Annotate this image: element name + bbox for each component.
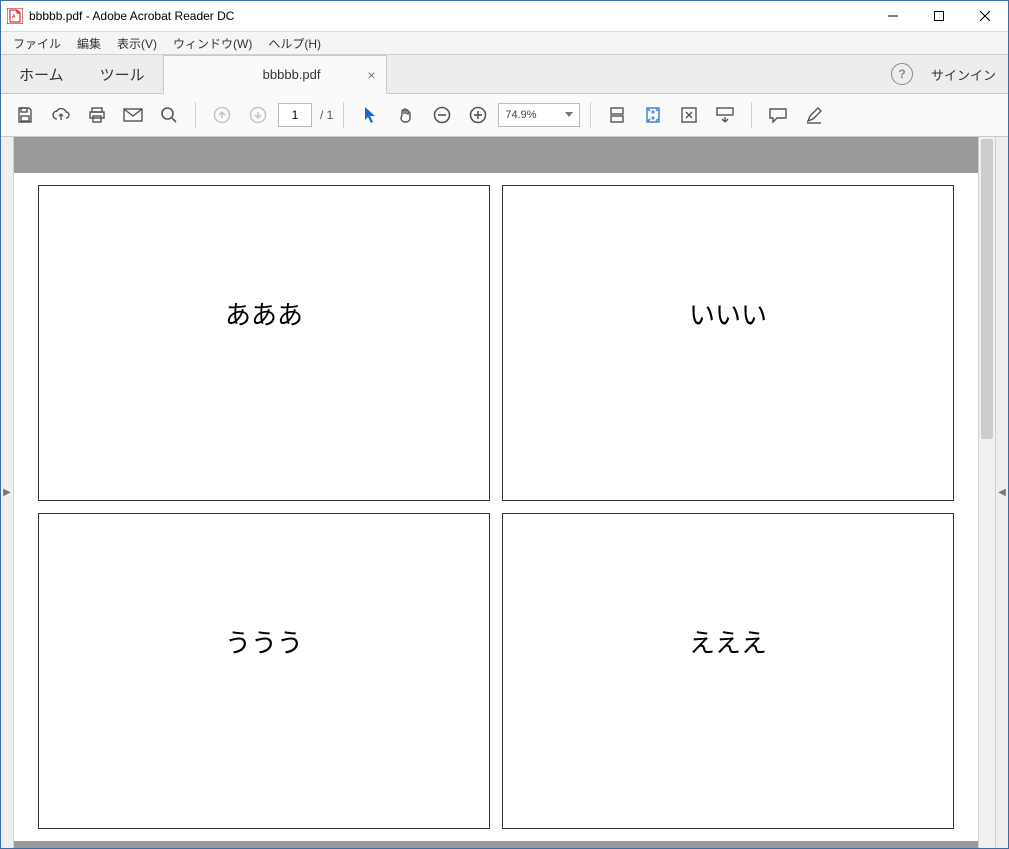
pdf-page: あああ いいい ううう えええ — [14, 173, 978, 841]
minimize-button[interactable] — [870, 1, 916, 31]
menu-window[interactable]: ウィンドウ(W) — [165, 33, 260, 54]
select-arrow-icon[interactable] — [354, 99, 386, 131]
maximize-button[interactable] — [916, 1, 962, 31]
page-cell: ううう — [38, 513, 490, 829]
menu-edit[interactable]: 編集 — [69, 33, 109, 54]
fit-width-icon[interactable] — [601, 99, 633, 131]
zoom-value: 74.9% — [505, 109, 536, 121]
search-icon[interactable] — [153, 99, 185, 131]
save-icon[interactable] — [9, 99, 41, 131]
tab-close-icon[interactable]: × — [367, 67, 375, 83]
fit-page-icon[interactable] — [637, 99, 669, 131]
comment-icon[interactable] — [762, 99, 794, 131]
menu-file[interactable]: ファイル — [5, 33, 69, 54]
tab-document[interactable]: bbbbb.pdf × — [163, 55, 387, 94]
help-icon[interactable]: ? — [891, 63, 913, 85]
sign-pen-icon[interactable] — [798, 99, 830, 131]
cell-text-3: ううう — [225, 623, 303, 660]
cell-text-2: いいい — [689, 295, 767, 332]
app-window: A bbbbb.pdf - Adobe Acrobat Reader DC ファ… — [0, 0, 1009, 849]
page-number-input[interactable] — [278, 103, 312, 127]
fullscreen-icon[interactable] — [673, 99, 705, 131]
titlebar: A bbbbb.pdf - Adobe Acrobat Reader DC — [1, 1, 1008, 32]
left-panel-toggle[interactable]: ▶ — [1, 137, 14, 848]
vertical-scrollbar[interactable] — [978, 137, 995, 848]
mail-icon[interactable] — [117, 99, 149, 131]
document-area: ▶ あああ いいい ううう えええ — [1, 137, 1008, 848]
scroll-thumb[interactable] — [981, 139, 993, 439]
page-cell: いいい — [502, 185, 954, 501]
hand-pan-icon[interactable] — [390, 99, 422, 131]
tab-document-label: bbbbb.pdf — [263, 67, 321, 82]
tab-tools[interactable]: ツール — [82, 55, 163, 93]
prev-page-icon[interactable] — [206, 99, 238, 131]
page-total-label: / 1 — [320, 108, 333, 122]
window-title: bbbbb.pdf - Adobe Acrobat Reader DC — [29, 9, 234, 23]
viewport-margin — [14, 137, 978, 173]
toolbar-sep — [751, 102, 752, 128]
read-mode-icon[interactable] — [709, 99, 741, 131]
toolbar-sep — [590, 102, 591, 128]
zoom-select[interactable]: 74.9% — [498, 103, 580, 127]
menu-view[interactable]: 表示(V) — [109, 33, 165, 54]
signin-link[interactable]: サインイン — [931, 65, 996, 84]
page-viewport[interactable]: あああ いいい ううう えええ — [14, 137, 978, 848]
toolbar: / 1 74.9% — [1, 94, 1008, 137]
menubar: ファイル 編集 表示(V) ウィンドウ(W) ヘルプ(H) — [1, 32, 1008, 55]
menu-help[interactable]: ヘルプ(H) — [260, 33, 329, 54]
toolbar-sep — [343, 102, 344, 128]
next-page-icon[interactable] — [242, 99, 274, 131]
zoom-out-icon[interactable] — [426, 99, 458, 131]
app-icon: A — [7, 8, 23, 24]
cell-text-1: あああ — [225, 295, 303, 332]
close-button[interactable] — [962, 1, 1008, 31]
cloud-upload-icon[interactable] — [45, 99, 77, 131]
right-panel-toggle[interactable]: ◀ — [995, 137, 1008, 848]
toolbar-sep — [195, 102, 196, 128]
page-cell: あああ — [38, 185, 490, 501]
chevron-right-icon: ▶ — [3, 487, 11, 498]
page-cell: えええ — [502, 513, 954, 829]
chevron-left-icon: ◀ — [998, 487, 1006, 498]
tab-row: ホーム ツール bbbbb.pdf × ? サインイン — [1, 55, 1008, 94]
zoom-in-icon[interactable] — [462, 99, 494, 131]
print-icon[interactable] — [81, 99, 113, 131]
cell-text-4: えええ — [689, 623, 767, 660]
tab-home[interactable]: ホーム — [1, 55, 82, 93]
